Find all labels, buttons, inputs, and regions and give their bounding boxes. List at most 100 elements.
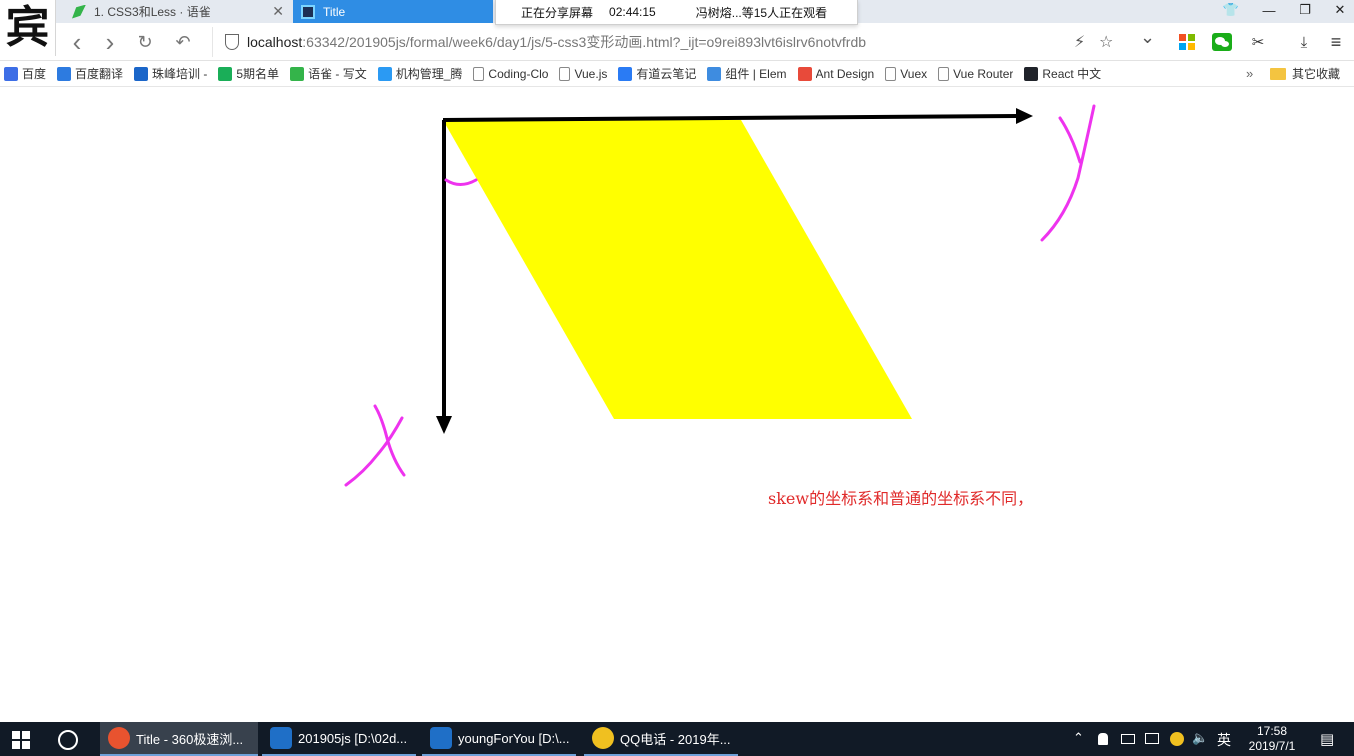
page-icon (885, 66, 897, 81)
angle-arc-annotation (444, 178, 478, 186)
react-icon (1024, 66, 1039, 81)
shield-icon[interactable] (225, 34, 239, 50)
navigation-bar: ‹ › ↻ ↶ localhost :63342/201905js/formal… (0, 23, 1354, 61)
screen-share-bar: 正在分享屏幕 02:44:15 冯树熔...等15人正在观看 (495, 0, 858, 25)
tencent-class-icon (377, 66, 392, 81)
system-clock[interactable]: 17:58 2019/7/1 (1240, 724, 1304, 754)
bookmark-react[interactable]: React 中文 (1024, 65, 1101, 82)
y-axis-line (442, 114, 1019, 122)
notification-bell-icon[interactable] (1098, 733, 1108, 745)
undo-button[interactable]: ↶ (170, 29, 196, 55)
forward-button[interactable]: › (97, 27, 123, 57)
bookmarks-overflow-chevron-icon[interactable]: » (1246, 66, 1253, 81)
title-bar: 1. CSS3和Less · 语雀 ✕ Title 正在分享屏幕 02:44:1… (0, 0, 1354, 25)
bookmark-roster[interactable]: 5期名单 (218, 65, 279, 82)
bookmark-label: 5期名单 (236, 67, 280, 81)
zhufeng-icon (134, 66, 149, 81)
taskbar-item-label: youngForYou [D:\... (458, 730, 570, 746)
bookmark-label: 语雀 - 写文 (308, 67, 367, 81)
windows-start-icon[interactable] (12, 731, 30, 749)
bookmark-folder-other[interactable]: 其它收藏 (1270, 65, 1340, 82)
taskbar-item-label: Title - 360极速浏... (136, 731, 244, 747)
skew-coordinate-note: skew的坐标系和普通的坐标系不同， (768, 489, 1034, 508)
back-button[interactable]: ‹ (64, 27, 90, 57)
bookmark-ant-design[interactable]: Ant Design (797, 66, 875, 81)
skin-icon[interactable]: 👕 (1213, 0, 1249, 20)
yuque-icon (72, 4, 86, 19)
taskbar-item-browser[interactable]: Title - 360极速浏... (100, 722, 258, 756)
bookmark-label: 有道云笔记 (636, 67, 697, 81)
bookmark-yuque[interactable]: 语雀 - 写文 (290, 65, 367, 82)
taskbar-item-webstorm-2[interactable]: youngForYou [D:\... (422, 722, 576, 756)
handwritten-y-label (1040, 104, 1096, 242)
address-bar[interactable]: localhost :63342/201905js/formal/week6/d… (212, 27, 1157, 57)
page-content: skew的坐标系和普通的坐标系不同， (0, 88, 1354, 722)
element-icon (707, 66, 722, 81)
bookmark-baidu-translate[interactable]: 百度翻译 (57, 65, 123, 82)
bookmark-label: 百度翻译 (75, 67, 124, 81)
task-view-icon[interactable] (58, 730, 78, 750)
bookmark-baidu[interactable]: 百度 (4, 65, 46, 82)
share-viewers[interactable]: 冯树熔...等15人正在观看 (696, 4, 827, 21)
wechat-icon[interactable] (1212, 32, 1232, 52)
share-status: 正在分享屏幕 (521, 5, 594, 20)
bookmark-zhufeng[interactable]: 珠峰培训 - (134, 65, 207, 82)
sheet-icon (218, 66, 233, 81)
favorite-star-icon[interactable]: ☆ (1099, 32, 1113, 52)
battery-icon[interactable] (1121, 734, 1135, 744)
action-center-icon[interactable]: ▤ (1320, 730, 1334, 748)
bookmark-youdao-note[interactable]: 有道云笔记 (618, 65, 696, 82)
bookmark-element[interactable]: 组件 | Elem (707, 65, 787, 82)
skew-demo-canvas (344, 104, 1096, 487)
skewed-yellow-box (443, 120, 912, 419)
yuque-icon (290, 66, 305, 81)
bookmarks-bar: 百度 百度翻译 珠峰培训 - 5期名单 语雀 - 写文 机构管理_腾 Codin… (0, 61, 1354, 87)
network-icon[interactable] (1145, 733, 1159, 744)
volume-icon[interactable]: 🔈 (1192, 730, 1208, 746)
download-icon[interactable]: ⤓ (1294, 32, 1314, 52)
bookmark-vuejs[interactable]: Vue.js (559, 66, 608, 81)
bookmark-vue-router[interactable]: Vue Router (938, 66, 1013, 81)
tab-label: 1. CSS3和Less · 语雀 (94, 5, 211, 19)
menu-icon[interactable]: ≡ (1326, 32, 1346, 52)
ant-design-icon (797, 66, 812, 81)
bookmark-label: 珠峰培训 - (152, 67, 208, 81)
bookmark-org-admin[interactable]: 机构管理_腾 (377, 65, 462, 82)
bookmark-label: Ant Design (815, 66, 875, 81)
baidu-paw-icon (4, 66, 18, 81)
youdao-note-icon (618, 66, 633, 81)
bookmark-vuex[interactable]: Vuex (885, 66, 928, 81)
url-dropdown-icon[interactable]: ⌄ (1140, 27, 1155, 48)
handwritten-x-label (344, 404, 406, 487)
restore-button[interactable]: ❐ (1287, 0, 1323, 20)
taskbar-item-label: QQ电话 - 2019年... (620, 731, 731, 747)
translate-icon (57, 66, 72, 81)
taskbar-item-webstorm-1[interactable]: 201905js [D:\02d... (262, 722, 416, 756)
bookmark-coding[interactable]: Coding-Clo (473, 66, 548, 81)
lightning-icon[interactable]: ⚡ (1074, 32, 1085, 52)
x-axis-arrowhead (436, 416, 452, 434)
clock-time: 17:58 (1256, 724, 1288, 738)
url-host: localhost (247, 34, 303, 50)
taskbar-item-qq-call[interactable]: QQ电话 - 2019年... (584, 722, 738, 756)
reload-button[interactable]: ↻ (132, 29, 158, 55)
ime-indicator[interactable]: 英 (1217, 730, 1231, 750)
minimize-button[interactable]: — (1251, 0, 1287, 20)
clock-date: 2019/7/1 (1248, 739, 1296, 753)
close-window-button[interactable]: ✕ (1322, 0, 1354, 20)
webstorm-icon (430, 727, 452, 749)
close-tab-icon[interactable]: ✕ (272, 3, 284, 20)
qq-tray-icon[interactable] (1170, 732, 1184, 746)
page-icon (938, 66, 950, 81)
tab-css3-less[interactable]: 1. CSS3和Less · 语雀 ✕ (64, 0, 292, 23)
tab-title-active[interactable]: Title (293, 0, 493, 23)
bookmark-label: Vue.js (574, 66, 608, 81)
tray-expand-icon[interactable]: ⌃ (1073, 730, 1084, 746)
bookmark-label: Vuex (900, 66, 928, 81)
bookmark-label: React 中文 (1042, 67, 1102, 81)
y-axis-arrowhead (1016, 108, 1033, 124)
apps-grid-icon[interactable] (1177, 32, 1197, 52)
browser-logo: 宾 (0, 0, 56, 56)
360-browser-icon (108, 727, 130, 749)
screenshot-scissors-icon[interactable]: ✂ (1248, 32, 1268, 52)
